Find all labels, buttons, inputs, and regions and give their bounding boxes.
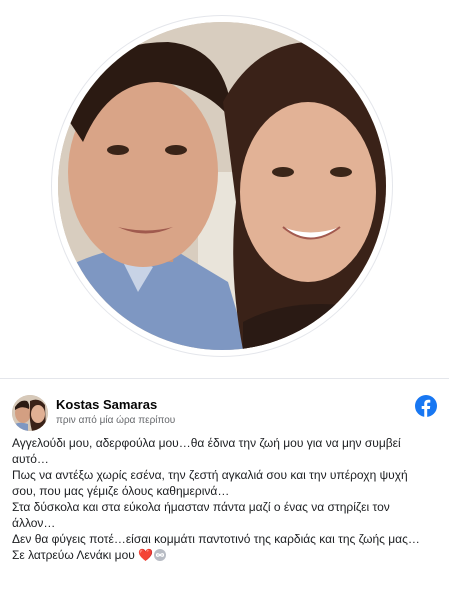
author-avatar[interactable] (12, 395, 48, 431)
message-line: Πως να αντέξω χωρίς εσένα, την ζεστή αγκ… (12, 468, 408, 498)
facebook-icon[interactable] (415, 395, 437, 417)
post-header: Kostas Samaras πριν από μία ώρα περίπου (12, 395, 437, 435)
infinity-icon (153, 549, 167, 561)
photo-area (0, 0, 449, 376)
post-message: Αγγελούδι μου, αδερφούλα μου…θα έδινα τη… (12, 435, 432, 563)
post-card: Kostas Samaras πριν από μία ώρα περίπου … (0, 378, 449, 601)
heart-icon: ❤️ (138, 548, 154, 562)
message-line: Στα δύσκολα και στα εύκολα ήμασταν πάντα… (12, 500, 390, 530)
message-line-last: Δεν θα φύγεις ποτέ…είσαι κομμάτι παντοτι… (12, 531, 432, 563)
author-name[interactable]: Kostas Samaras (56, 397, 157, 412)
profile-photo[interactable] (58, 22, 386, 350)
profile-photo-frame (52, 16, 392, 356)
message-line-text: Δεν θα φύγεις ποτέ…είσαι κομμάτι παντοτι… (12, 532, 420, 562)
post-timestamp[interactable]: πριν από μία ώρα περίπου (56, 415, 175, 426)
message-line: Αγγελούδι μου, αδερφούλα μου…θα έδινα τη… (12, 436, 401, 466)
